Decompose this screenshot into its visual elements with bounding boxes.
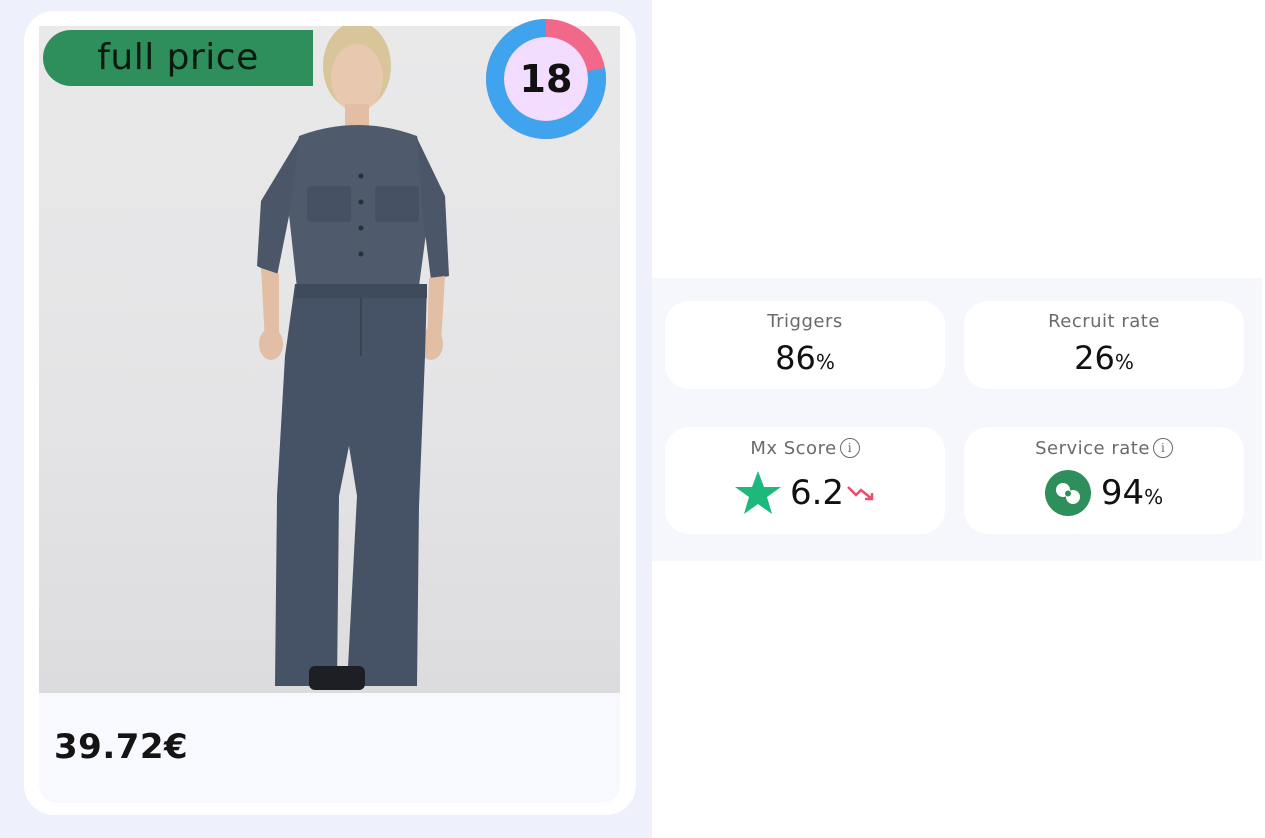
metric-card-triggers[interactable]: Triggers 86% <box>665 301 945 389</box>
count-badge[interactable]: 18 <box>486 19 606 139</box>
metric-label: Service rate <box>1035 437 1150 459</box>
service-rate-icon <box>1044 470 1091 516</box>
info-icon[interactable]: i <box>839 438 860 458</box>
product-price: 39.72€ <box>54 727 189 767</box>
metric-value: 86% <box>775 339 835 377</box>
tag-label: full price <box>97 37 259 78</box>
price-bar: 39.72€ <box>39 693 620 803</box>
metric-card-mx-score[interactable]: Mx Score i 6.2 <box>665 427 945 534</box>
metric-label: Recruit rate <box>1048 311 1160 332</box>
metric-value: 26% <box>1074 339 1134 377</box>
metric-label: Mx Score <box>750 437 837 459</box>
metric-card-service-rate[interactable]: Service rate i 94% <box>964 427 1244 534</box>
full-price-tag: full price <box>43 30 313 86</box>
metric-card-recruit-rate[interactable]: Recruit rate 26% <box>964 301 1244 389</box>
star-icon <box>734 471 781 514</box>
info-icon[interactable]: i <box>1152 438 1173 458</box>
metric-label: Triggers <box>767 311 843 332</box>
metric-value: 94 <box>1100 473 1145 513</box>
badge-count: 18 <box>519 57 573 101</box>
metric-value: 6.2 <box>789 473 845 513</box>
trend-down-icon <box>847 486 874 501</box>
